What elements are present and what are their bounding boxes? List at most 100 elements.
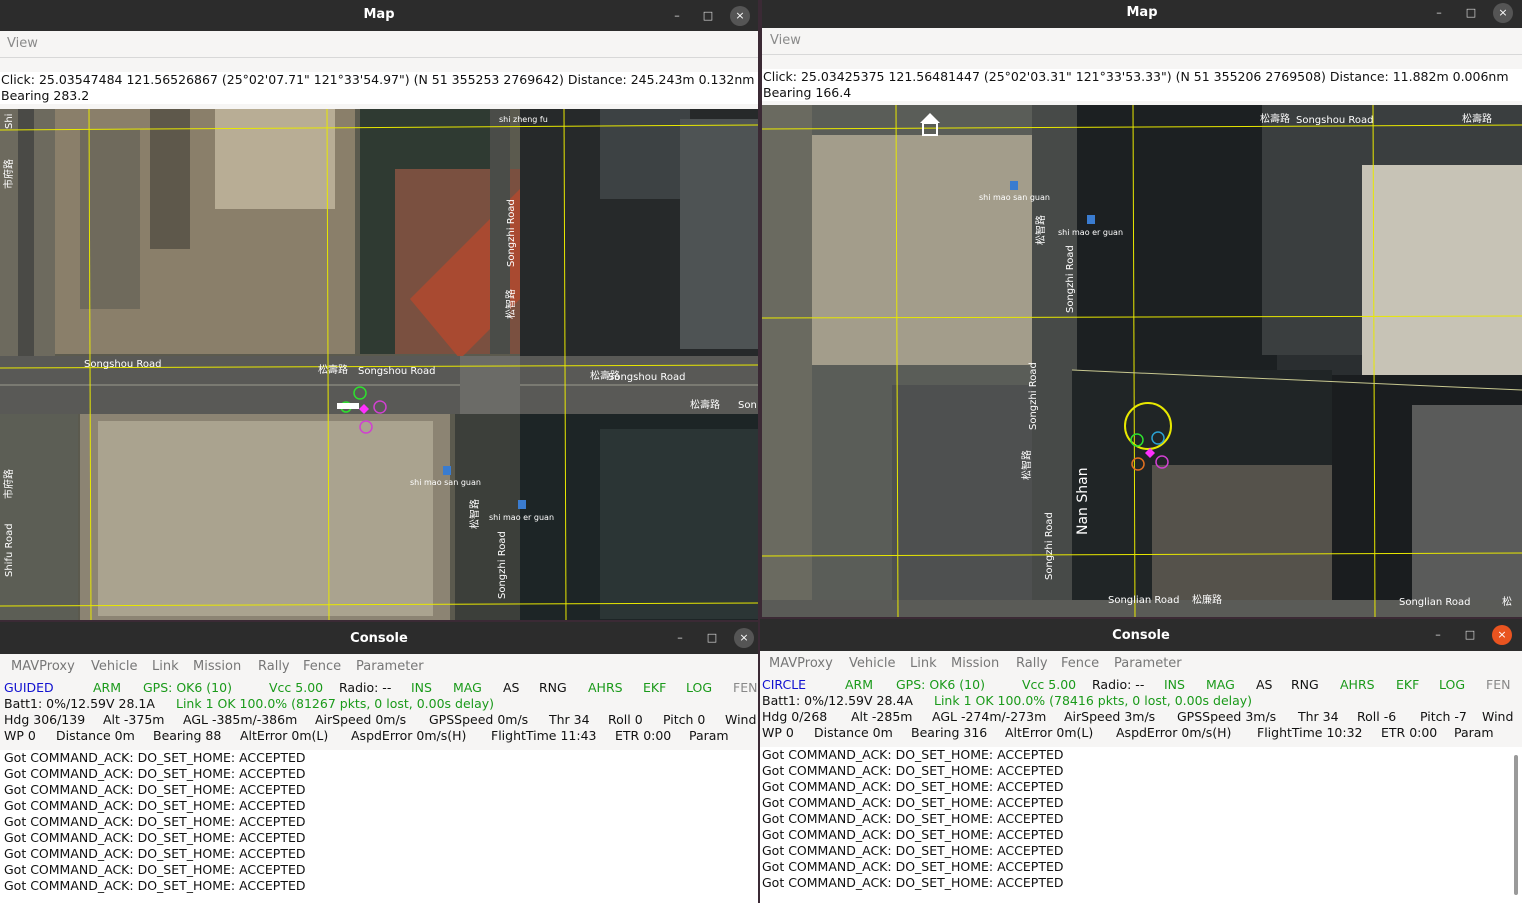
waypoint: WP 0	[762, 725, 794, 740]
right-console-window: Console – □ × MAVProxy Vehicle Link Miss…	[760, 619, 1522, 903]
right-map-canvas[interactable]: 松壽路 Songshou Road 松壽路 shi mao san guan s…	[762, 105, 1522, 617]
map-label: 松壽路	[690, 398, 720, 411]
log-line: Got COMMAND_ACK: DO_SET_HOME: ACCEPTED	[4, 814, 306, 829]
window-title: Map	[1126, 5, 1158, 20]
map-label: 松	[1502, 595, 1512, 608]
log-line: Got COMMAND_ACK: DO_SET_HOME: ACCEPTED	[762, 859, 1064, 874]
window-title: Console	[1112, 628, 1170, 643]
left-console-window: Console – □ × MAVProxy Vehicle Link Miss…	[0, 622, 758, 903]
menu-vehicle[interactable]: Vehicle	[91, 659, 138, 674]
battery-status: Batt1: 0%/12.59V 28.4A	[762, 693, 913, 708]
minimize-icon[interactable]: –	[1428, 625, 1448, 645]
radio-status: Radio: --	[339, 680, 392, 695]
etr: ETR 0:00	[615, 728, 672, 743]
menu-rally[interactable]: Rally	[258, 659, 290, 674]
flight-time: FlightTime 11:43	[491, 728, 597, 743]
link-status: Link 1 OK 100.0% (78416 pkts, 0 lost, 0.…	[934, 693, 1253, 708]
right-console-menubar: MAVProxy Vehicle Link Mission Rally Fenc…	[760, 653, 1522, 675]
left-console-log[interactable]: Got COMMAND_ACK: DO_SET_HOME: ACCEPTED G…	[0, 750, 758, 903]
menu-mavproxy[interactable]: MAVProxy	[769, 656, 833, 671]
right-console-log[interactable]: Got COMMAND_ACK: DO_SET_HOME: ACCEPTED G…	[760, 747, 1522, 903]
menu-mission[interactable]: Mission	[193, 659, 241, 674]
click-coordinates: Click: 25.03425375 121.56481447 (25°02'0…	[763, 69, 1509, 84]
window-title: Map	[363, 7, 395, 22]
map-label: shi mao san guan	[979, 193, 1050, 202]
log-line: Got COMMAND_ACK: DO_SET_HOME: ACCEPTED	[4, 878, 306, 893]
log-line: Got COMMAND_ACK: DO_SET_HOME: ACCEPTED	[4, 846, 306, 861]
wind: Wind	[1482, 709, 1514, 724]
map-label: Songshou Road	[608, 372, 685, 383]
minimize-icon[interactable]: –	[1429, 3, 1449, 23]
log-line: Got COMMAND_ACK: DO_SET_HOME: ACCEPTED	[4, 862, 306, 877]
wind: Wind	[725, 712, 757, 727]
left-satellite-map[interactable]: Songshou Road 松壽路 Songshou Road 松壽路 Song…	[0, 109, 758, 620]
maximize-icon[interactable]: □	[1461, 3, 1481, 23]
menu-parameter[interactable]: Parameter	[1114, 656, 1182, 671]
menu-vehicle[interactable]: Vehicle	[849, 656, 896, 671]
rng-status: RNG	[1291, 677, 1319, 692]
map-label: Songshou Road	[358, 366, 435, 377]
log-line: Got COMMAND_ACK: DO_SET_HOME: ACCEPTED	[762, 811, 1064, 826]
mag-status: MAG	[1206, 677, 1235, 692]
right-map-menubar: View	[762, 28, 1522, 55]
log-status: LOG	[686, 680, 713, 695]
menu-view[interactable]: View	[7, 36, 38, 51]
menu-view[interactable]: View	[770, 33, 801, 48]
close-icon[interactable]: ×	[1493, 3, 1513, 23]
vcc-status: Vcc 5.00	[1022, 677, 1077, 692]
maximize-icon[interactable]: □	[698, 6, 718, 26]
mag-status: MAG	[453, 680, 482, 695]
right-map-titlebar[interactable]: Map – □ ×	[762, 0, 1522, 28]
map-label: Songlian Road	[1108, 595, 1179, 606]
map-label: Shi	[4, 114, 15, 129]
vcc-status: Vcc 5.00	[269, 680, 324, 695]
right-satellite-map[interactable]: 松壽路 Songshou Road 松壽路 shi mao san guan s…	[762, 105, 1522, 617]
left-map-canvas[interactable]: Songshou Road 松壽路 Songshou Road 松壽路 Song…	[0, 109, 758, 620]
right-status-panel: CIRCLE ARM GPS: OK6 (10) Vcc 5.00 Radio:…	[760, 677, 1522, 741]
gps-status: GPS: OK6 (10)	[896, 677, 985, 692]
log-status: LOG	[1439, 677, 1466, 692]
bus-stop-icon	[518, 500, 526, 509]
menu-link[interactable]: Link	[910, 656, 937, 671]
map-label: Shifu Road	[4, 523, 15, 577]
log-line: Got COMMAND_ACK: DO_SET_HOME: ACCEPTED	[4, 830, 306, 845]
close-icon[interactable]: ×	[730, 6, 750, 26]
left-console-titlebar[interactable]: Console – □ ×	[0, 622, 758, 654]
maximize-icon[interactable]: □	[1460, 625, 1480, 645]
map-label: shi zheng fu	[499, 115, 548, 124]
minimize-icon[interactable]: –	[667, 6, 687, 26]
menu-fence[interactable]: Fence	[1061, 656, 1099, 671]
menu-mission[interactable]: Mission	[951, 656, 999, 671]
as-status: AS	[1256, 677, 1273, 692]
close-icon[interactable]: ×	[1492, 625, 1512, 645]
map-label: 松壽路	[1462, 112, 1492, 125]
minimize-icon[interactable]: –	[670, 628, 690, 648]
wp-bearing: Bearing 316	[911, 725, 988, 740]
map-label: 市府路	[2, 469, 15, 499]
ekf-status: EKF	[1396, 677, 1420, 692]
map-label: shi mao er guan	[489, 513, 554, 522]
ekf-status: EKF	[643, 680, 667, 695]
aspd-error: AspdError 0m/s(H)	[351, 728, 467, 743]
map-label: Songzhi Road	[506, 199, 517, 267]
param-status: Param	[689, 728, 729, 743]
roll: Roll 0	[608, 712, 643, 727]
menu-link[interactable]: Link	[152, 659, 179, 674]
close-icon[interactable]: ×	[734, 628, 754, 648]
left-map-menubar: View	[0, 31, 758, 58]
right-console-titlebar[interactable]: Console – □ ×	[760, 619, 1522, 651]
menu-rally[interactable]: Rally	[1016, 656, 1048, 671]
log-line: Got COMMAND_ACK: DO_SET_HOME: ACCEPTED	[762, 763, 1064, 778]
log-scrollbar[interactable]	[1514, 755, 1518, 895]
menu-mavproxy[interactable]: MAVProxy	[11, 659, 75, 674]
map-label: 市府路	[2, 159, 15, 189]
left-map-titlebar[interactable]: Map – □ ×	[0, 0, 758, 31]
menu-parameter[interactable]: Parameter	[356, 659, 424, 674]
heading: Hdg 306/139	[4, 712, 86, 727]
maximize-icon[interactable]: □	[702, 628, 722, 648]
agl: AGL -385m/-386m	[183, 712, 298, 727]
as-status: AS	[503, 680, 520, 695]
altitude: Alt -375m	[103, 712, 165, 727]
map-label: 松廉路	[1192, 593, 1222, 606]
menu-fence[interactable]: Fence	[303, 659, 341, 674]
